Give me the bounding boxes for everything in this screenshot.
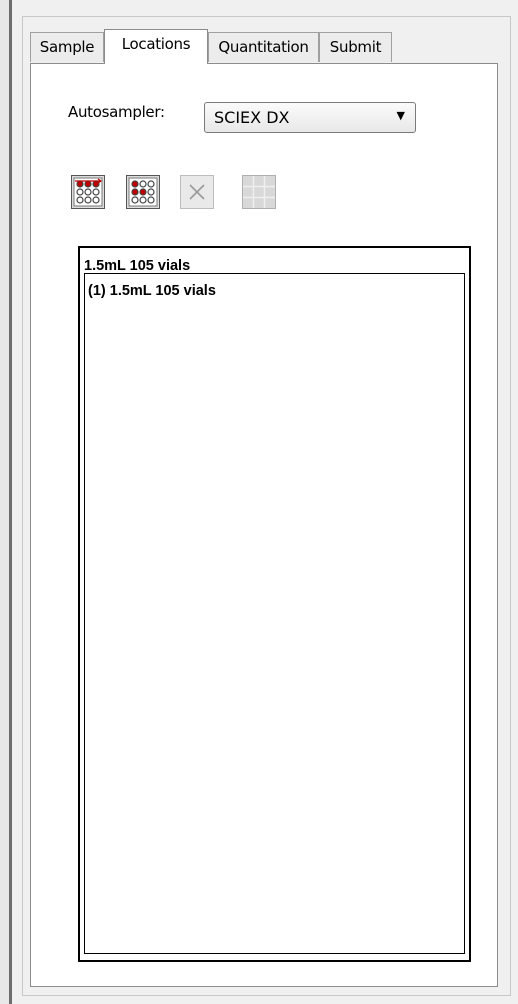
delete-icon[interactable]: [180, 175, 214, 209]
autosampler-select-value: SCIEX DX: [214, 108, 290, 127]
rack-fill-column-icon[interactable]: [126, 175, 160, 209]
tab-sample[interactable]: Sample: [30, 32, 104, 62]
grid-icon[interactable]: [242, 175, 276, 209]
rack-fill-row-icon[interactable]: [71, 175, 105, 209]
rack-list-header: 1.5mL 105 vials: [84, 258, 191, 274]
rack-list: 1.5mL 105 vials (1) 1.5mL 105 vials: [78, 246, 471, 962]
tab-submit[interactable]: Submit: [319, 32, 392, 62]
autosampler-select[interactable]: SCIEX DX ▼: [204, 102, 416, 133]
autosampler-label: Autosampler:: [68, 103, 165, 121]
chevron-down-icon[interactable]: ▼: [397, 109, 405, 122]
list-item[interactable]: (1) 1.5mL 105 vials: [88, 283, 216, 299]
window-edge: [0, 0, 12, 1004]
tab-locations[interactable]: Locations: [104, 29, 208, 64]
tab-quantitation[interactable]: Quantitation: [208, 32, 319, 62]
rack-list-body[interactable]: (1) 1.5mL 105 vials: [84, 273, 465, 954]
